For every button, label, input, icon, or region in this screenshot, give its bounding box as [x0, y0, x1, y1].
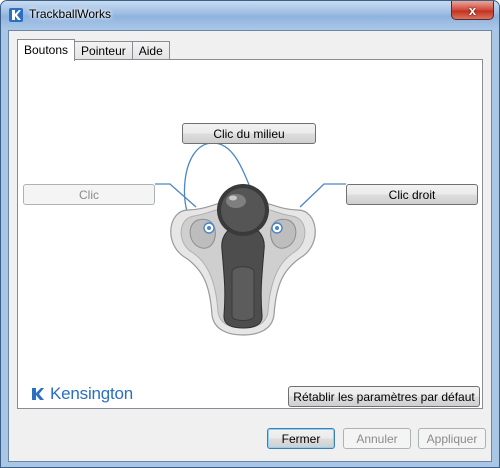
- close-window-button[interactable]: x: [451, 1, 494, 20]
- trackball-diagram: [155, 142, 346, 336]
- kensington-logo-icon: [32, 388, 44, 400]
- title-bar[interactable]: TrackballWorks x: [1, 1, 499, 29]
- cancel-button[interactable]: Annuler: [343, 428, 411, 449]
- right-click-button[interactable]: Clic droit: [346, 184, 478, 205]
- tab-aide[interactable]: Aide: [131, 41, 170, 60]
- brand-name: Kensington: [50, 384, 134, 403]
- palm-rest-groove: [231, 266, 255, 321]
- dialog-client-area: Boutons Pointeur Aide Clic du milieu Cli…: [8, 30, 492, 462]
- kensington-logo: Kensington: [30, 384, 133, 404]
- window-title: TrackballWorks: [29, 7, 112, 21]
- tab-strip: Boutons Pointeur Aide: [17, 38, 170, 61]
- tab-boutons[interactable]: Boutons: [17, 39, 76, 61]
- trackball-device: [170, 184, 316, 336]
- close-icon: x: [468, 2, 477, 18]
- tab-pointeur[interactable]: Pointeur: [74, 41, 133, 60]
- apply-button[interactable]: Appliquer: [418, 428, 486, 449]
- buttons-tab-panel: Clic du milieu Clic Clic droit Kensingto…: [17, 59, 483, 409]
- kensington-logo-icon: [9, 8, 23, 22]
- middle-click-button[interactable]: Clic du milieu: [182, 123, 316, 144]
- left-click-connector: [155, 183, 197, 208]
- reset-defaults-button[interactable]: Rétablir les paramètres par défaut: [288, 386, 480, 407]
- right-click-connector: [299, 183, 346, 208]
- close-button[interactable]: Fermer: [267, 428, 335, 449]
- left-click-button[interactable]: Clic: [23, 184, 155, 205]
- trackballworks-window: TrackballWorks x Boutons Pointeur Aide C…: [0, 0, 500, 468]
